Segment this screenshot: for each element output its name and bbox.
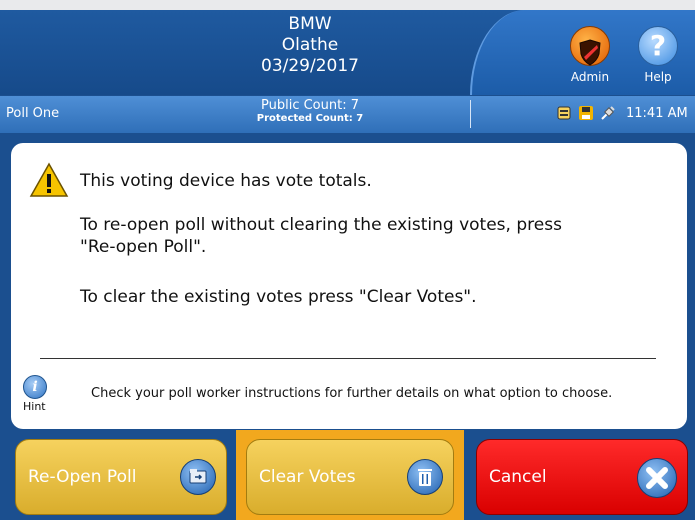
vote-counts: Public Count: 7 Protected Count: 7 (200, 98, 420, 124)
folder-icon (180, 459, 216, 495)
trash-icon (407, 459, 443, 495)
divider (40, 358, 656, 359)
public-count: Public Count: 7 (261, 98, 359, 113)
close-icon (637, 458, 677, 498)
instruction-clear: To clear the existing votes press "Clear… (80, 287, 477, 307)
warning-message: This voting device has vote totals. (80, 171, 372, 191)
warning-icon (29, 162, 69, 202)
status-divider (470, 100, 471, 128)
clock-time: 11:41 AM (626, 105, 688, 121)
power-plug-icon (600, 105, 616, 121)
header-bar: BMW Olathe 03/29/2017 Admin ? Help (0, 10, 695, 95)
help-label: Help (644, 70, 672, 84)
poll-name: Poll One (6, 106, 60, 121)
help-icon: ? (638, 26, 678, 66)
cancel-button[interactable]: Cancel (476, 439, 688, 515)
info-icon[interactable]: i (23, 375, 47, 399)
help-glyph: ? (649, 29, 667, 62)
clear-votes-label: Clear Votes (259, 467, 356, 487)
reopen-poll-button[interactable]: Re-Open Poll (15, 439, 227, 515)
site-title: BMW Olathe 03/29/2017 (200, 14, 420, 77)
voting-device-screen: BMW Olathe 03/29/2017 Admin ? Help Poll … (0, 10, 695, 520)
shield-icon (570, 26, 610, 66)
clear-votes-button[interactable]: Clear Votes (246, 439, 454, 515)
document-icon (556, 105, 572, 121)
instruction-reopen-line2: "Re-open Poll". (80, 237, 207, 257)
cancel-label: Cancel (489, 467, 547, 487)
org-name: BMW (288, 14, 332, 34)
help-button[interactable]: ? Help (630, 20, 686, 92)
instruction-reopen-line1: To re-open poll without clearing the exi… (80, 215, 562, 235)
location-name: Olathe (281, 35, 339, 55)
message-panel: This voting device has vote totals. To r… (11, 143, 687, 429)
save-disk-icon (578, 105, 594, 121)
admin-label: Admin (570, 70, 610, 84)
protected-count: Protected Count: 7 (256, 113, 364, 124)
hint-label: Hint (23, 400, 46, 413)
status-icons: 11:41 AM (556, 105, 688, 121)
hint-text: Check your poll worker instructions for … (91, 386, 613, 401)
reopen-poll-label: Re-Open Poll (28, 467, 137, 487)
status-bar: Poll One Public Count: 7 Protected Count… (0, 96, 695, 133)
admin-button[interactable]: Admin (562, 20, 618, 92)
election-date: 03/29/2017 (261, 56, 359, 76)
